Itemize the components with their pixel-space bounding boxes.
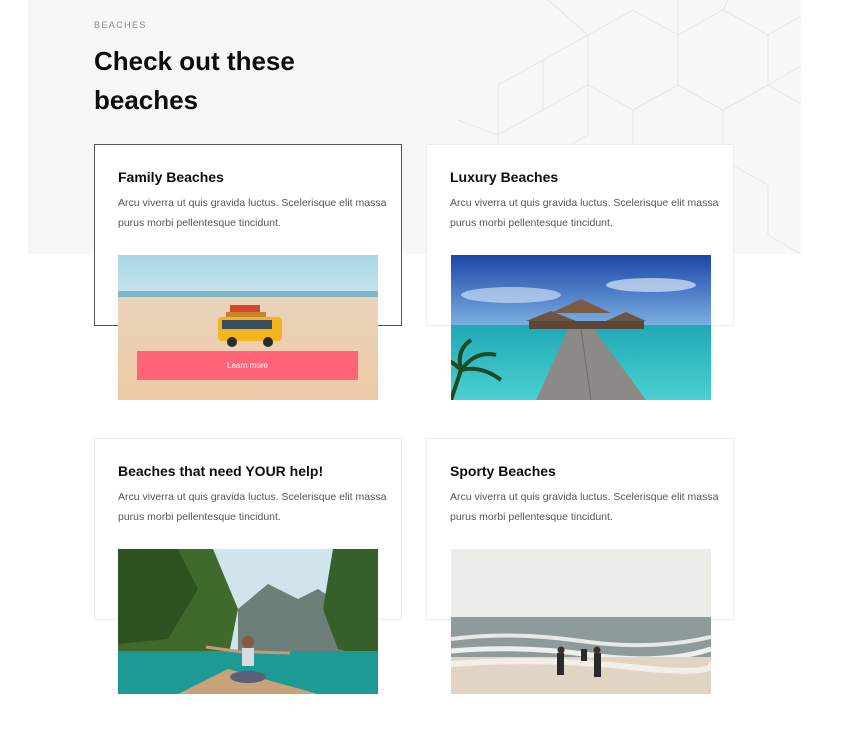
- photo-toy-bus-beach: Learn more: [118, 255, 378, 400]
- photo-overwater-bungalow: [451, 255, 711, 400]
- photo-surfers-beach: [451, 549, 711, 694]
- photo-boat-lagoon: [118, 549, 378, 694]
- card-title: Sporty Beaches: [450, 463, 556, 479]
- card-description: Arcu viverra ut quis gravida luctus. Sce…: [450, 197, 719, 229]
- card-description: Arcu viverra ut quis gravida luctus. Sce…: [118, 491, 387, 523]
- card-description: Arcu viverra ut quis gravida luctus. Sce…: [450, 491, 719, 523]
- section-eyebrow: BEACHES: [94, 20, 147, 30]
- card-title: Beaches that need YOUR help!: [118, 463, 324, 479]
- section-title: Check out these beaches: [94, 46, 295, 115]
- learn-more-button[interactable]: Learn more: [137, 351, 358, 380]
- card-description: Arcu viverra ut quis gravida luctus. Sce…: [118, 197, 387, 229]
- card-title: Luxury Beaches: [450, 169, 559, 185]
- card-title: Family Beaches: [118, 169, 224, 185]
